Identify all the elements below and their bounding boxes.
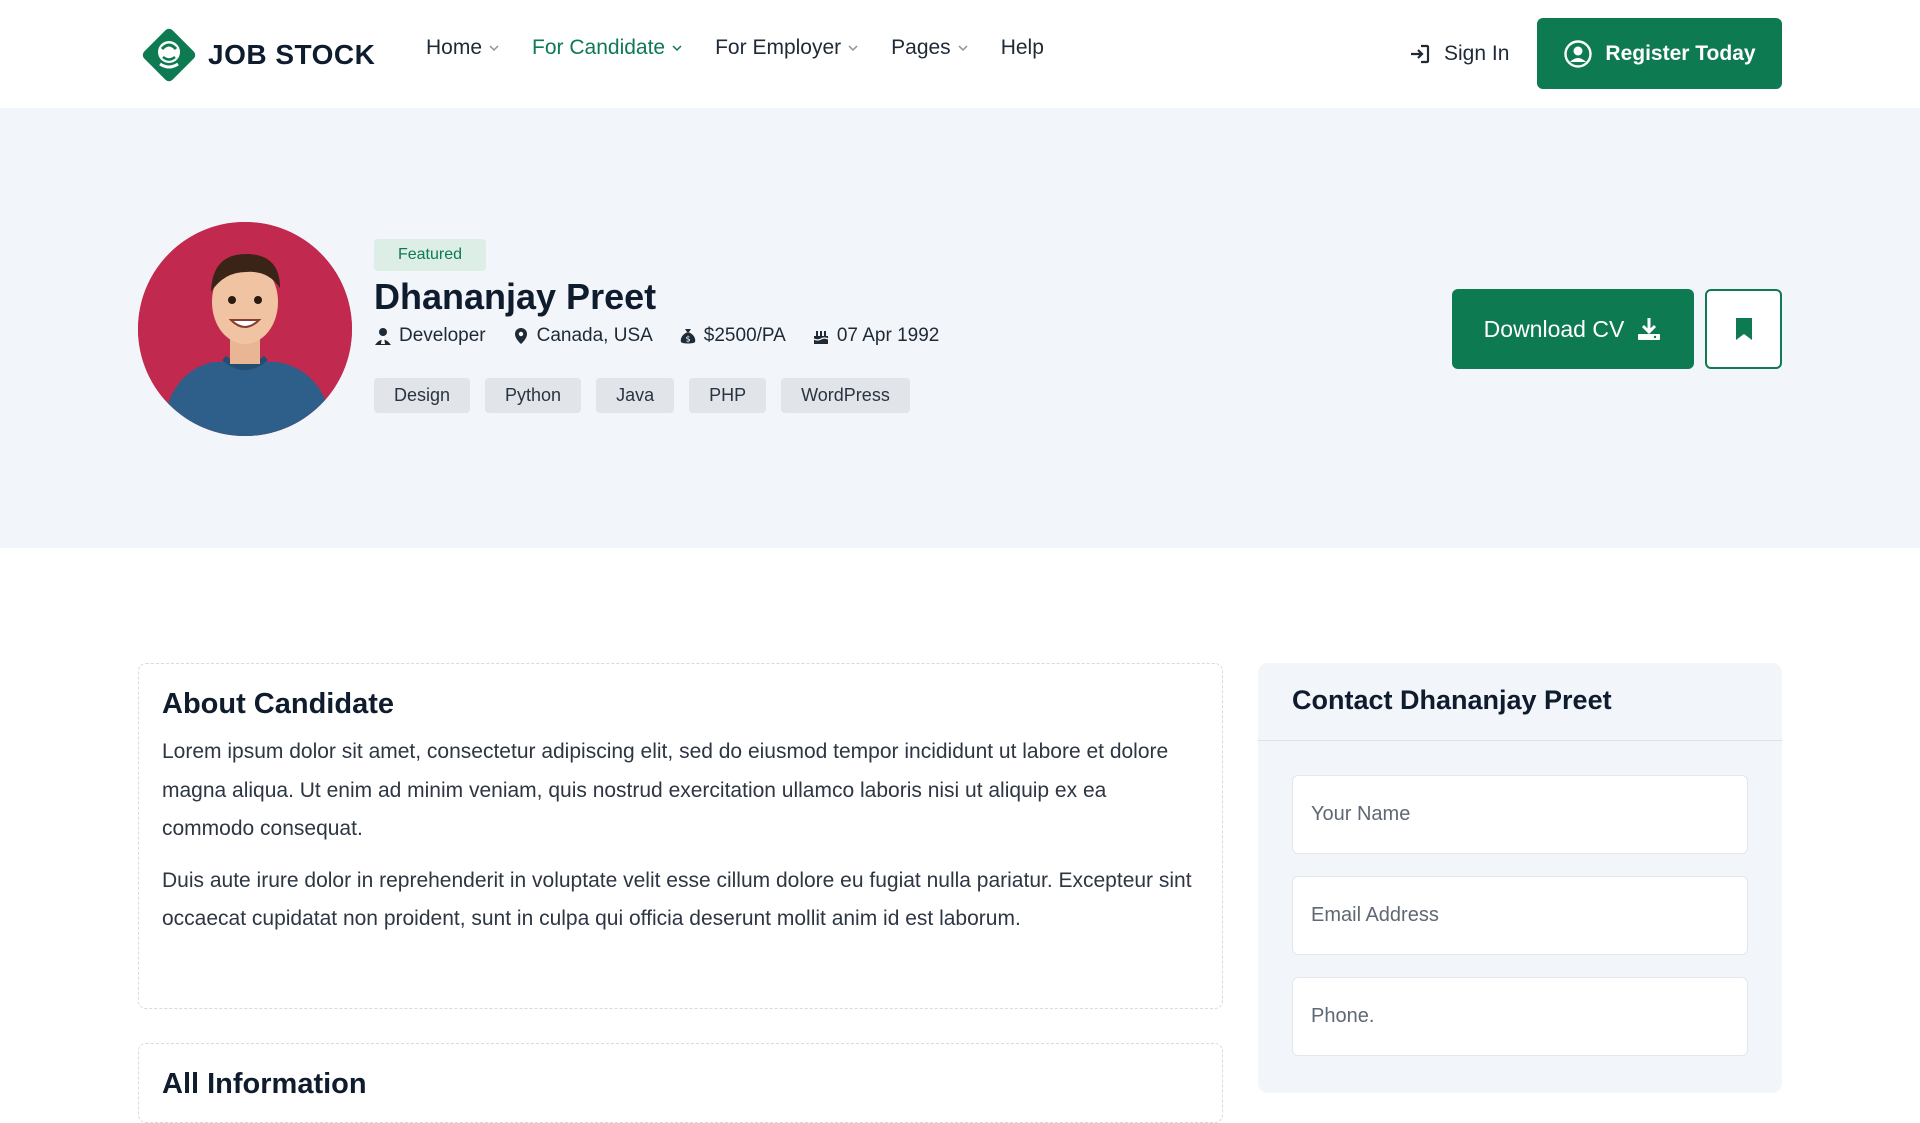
register-today-button[interactable]: Register Today xyxy=(1537,18,1782,89)
candidate-name: Dhananjay Preet xyxy=(374,276,657,317)
featured-badge: Featured xyxy=(374,239,486,271)
salary-text: $2500/PA xyxy=(703,325,786,346)
download-icon xyxy=(1638,318,1661,340)
chevron-down-icon xyxy=(489,45,499,52)
chevron-down-icon xyxy=(672,45,682,52)
chevron-down-icon xyxy=(958,45,968,52)
brand-logo[interactable]: JOB STOCK xyxy=(138,24,375,86)
skill-tags: Design Python Java PHP WordPress xyxy=(374,378,910,413)
about-paragraph: Lorem ipsum dolor sit amet, consectetur … xyxy=(162,740,1169,840)
about-candidate-card: About Candidate Lorem ipsum dolor sit am… xyxy=(138,663,1223,1009)
all-information-card: All Information xyxy=(138,1043,1223,1123)
sign-in-label: Sign In xyxy=(1444,42,1510,65)
about-title: About Candidate xyxy=(162,688,394,720)
nav-item-home[interactable]: Home xyxy=(426,36,500,60)
main-nav: Home For Candidate For Employer Pages He… xyxy=(426,36,1044,60)
about-paragraph: Duis aute irure dolor in reprehenderit i… xyxy=(162,868,1192,931)
meta-salary: $ $2500/PA xyxy=(679,325,786,347)
site-header: JOB STOCK Home For Candidate For Employe… xyxy=(0,0,1920,108)
all-information-title: All Information xyxy=(162,1068,367,1100)
nav-label: Help xyxy=(1000,36,1044,59)
meta-role: Developer xyxy=(374,325,486,347)
location-text: Canada, USA xyxy=(536,325,653,346)
candidate-photo xyxy=(138,222,352,436)
nav-item-for-employer[interactable]: For Employer xyxy=(715,36,859,60)
nav-label: Home xyxy=(426,36,483,59)
nav-item-for-candidate[interactable]: For Candidate xyxy=(532,36,683,60)
user-circle-icon xyxy=(1564,39,1593,68)
bookmark-icon xyxy=(1735,318,1752,340)
register-label: Register Today xyxy=(1605,41,1756,65)
nav-label: Pages xyxy=(891,36,951,59)
name-field[interactable] xyxy=(1292,775,1748,854)
phone-field[interactable] xyxy=(1292,977,1748,1056)
sign-in-link[interactable]: Sign In xyxy=(1408,42,1509,66)
svg-text:$: $ xyxy=(685,335,690,344)
sign-in-icon xyxy=(1411,44,1430,64)
map-pin-icon xyxy=(514,328,527,344)
skill-tag[interactable]: WordPress xyxy=(781,378,910,413)
nav-label: For Candidate xyxy=(532,36,666,59)
meta-birthday: 07 Apr 1992 xyxy=(812,325,939,347)
download-cv-label: Download CV xyxy=(1483,315,1625,342)
nav-item-pages[interactable]: Pages xyxy=(891,36,969,60)
bookmark-button[interactable] xyxy=(1705,289,1782,369)
user-tie-icon xyxy=(375,328,391,345)
birthday-cake-icon xyxy=(813,331,829,344)
download-cv-button[interactable]: Download CV xyxy=(1452,289,1694,369)
logo-icon xyxy=(142,28,196,82)
candidate-hero: Featured Dhananjay Preet Developer Canad… xyxy=(0,108,1920,548)
brand-name: JOB STOCK xyxy=(208,39,376,70)
dob-text: 07 Apr 1992 xyxy=(836,325,940,346)
contact-card: Contact Dhananjay Preet xyxy=(1258,663,1782,1093)
skill-tag[interactable]: Design xyxy=(374,378,471,413)
nav-item-help[interactable]: Help xyxy=(1001,36,1044,60)
money-bag-icon: $ xyxy=(680,329,696,344)
candidate-avatar xyxy=(138,222,352,436)
chevron-down-icon xyxy=(848,45,858,52)
skill-tag[interactable]: Java xyxy=(596,378,675,413)
email-field[interactable] xyxy=(1292,876,1748,955)
skill-tag[interactable]: PHP xyxy=(689,378,767,413)
nav-label: For Employer xyxy=(715,36,842,59)
role-text: Developer xyxy=(399,325,486,346)
meta-location: Canada, USA xyxy=(512,325,653,347)
skill-tag[interactable]: Python xyxy=(485,378,582,413)
contact-title: Contact Dhananjay Preet xyxy=(1258,663,1782,741)
candidate-meta: Developer Canada, USA $ $2500/PA 07 Apr … xyxy=(374,325,939,347)
